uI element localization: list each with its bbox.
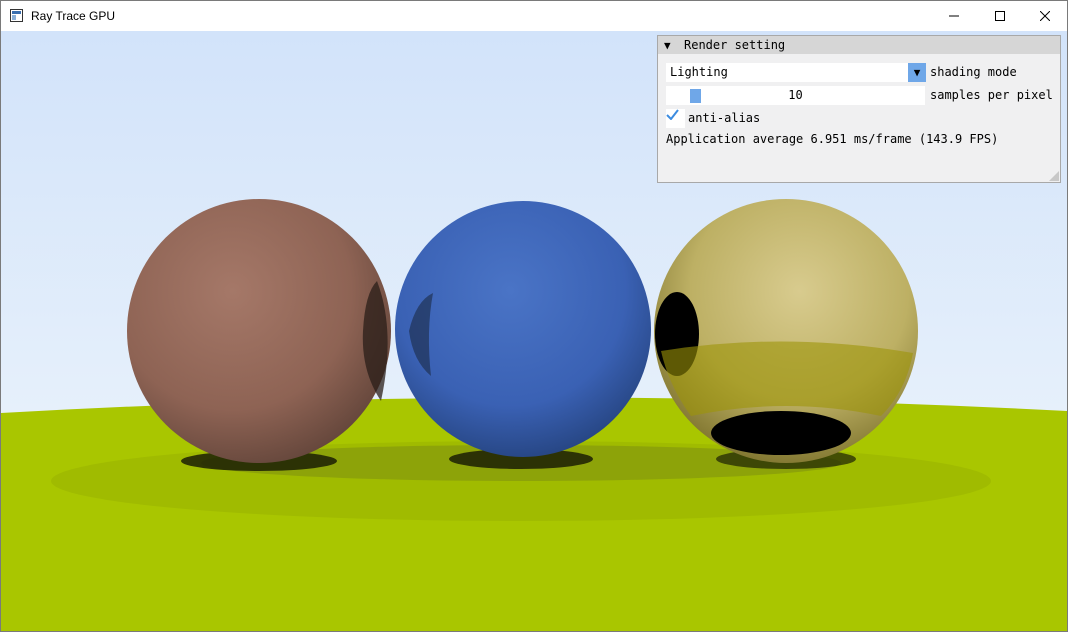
maximize-icon xyxy=(995,11,1005,21)
app-icon xyxy=(10,9,23,22)
samples-slider[interactable]: 10 xyxy=(666,86,925,105)
shading-mode-value: Lighting xyxy=(670,65,728,79)
minimize-icon xyxy=(949,15,959,17)
anti-alias-checkbox[interactable] xyxy=(666,109,685,128)
resize-grip-icon[interactable] xyxy=(1049,171,1059,181)
collapse-arrow-icon[interactable]: ▼ xyxy=(664,39,671,52)
samples-label: samples per pixel xyxy=(930,88,1053,102)
frame-stats: Application average 6.951 ms/frame (143.… xyxy=(666,132,999,146)
title-bar[interactable]: Ray Trace GPU xyxy=(1,1,1067,31)
checkmark-icon xyxy=(666,109,679,120)
sphere-left xyxy=(127,199,391,463)
panel-header[interactable]: ▼ Render setting xyxy=(658,36,1060,54)
samples-value: 10 xyxy=(788,88,803,102)
sphere-middle xyxy=(395,201,651,457)
close-icon xyxy=(1040,11,1050,21)
panel-title: Render setting xyxy=(684,38,786,52)
app-window: Ray Trace GPU ▼ Render setting Lighting … xyxy=(0,0,1068,632)
render-viewport[interactable]: ▼ Render setting Lighting ▼ shading mode… xyxy=(1,31,1067,631)
window-title: Ray Trace GPU xyxy=(31,9,116,23)
anti-alias-label: anti-alias xyxy=(688,111,761,125)
maximize-button[interactable] xyxy=(977,1,1023,31)
close-button[interactable] xyxy=(1022,1,1067,31)
render-settings-panel[interactable]: ▼ Render setting Lighting ▼ shading mode… xyxy=(657,35,1061,183)
dropdown-arrow-icon[interactable]: ▼ xyxy=(908,63,926,82)
shading-mode-dropdown[interactable]: Lighting xyxy=(666,63,925,82)
sphere-right-reflection-bottom xyxy=(711,411,851,455)
minimize-button[interactable] xyxy=(931,1,977,31)
sphere-right-ground-band xyxy=(661,341,913,416)
shading-mode-label: shading mode xyxy=(930,65,1017,79)
